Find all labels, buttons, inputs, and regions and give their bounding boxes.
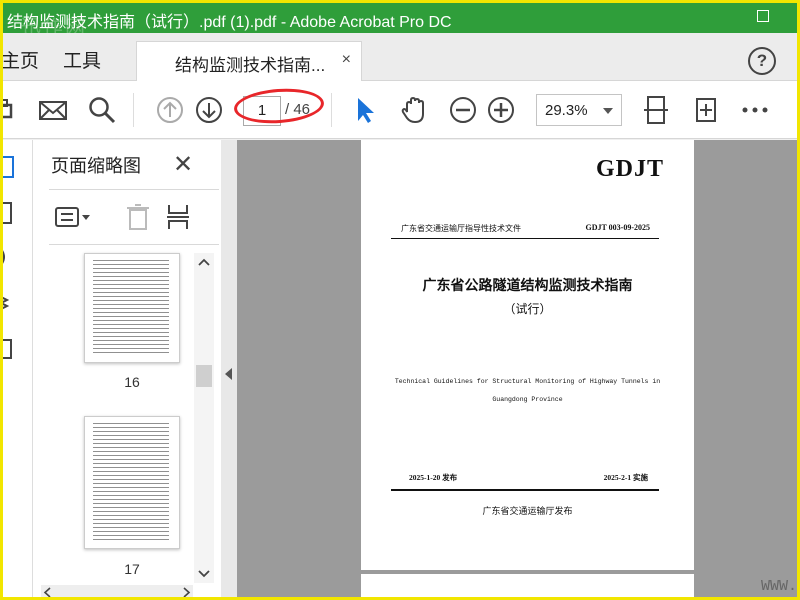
- scroll-left-icon[interactable]: [43, 587, 53, 598]
- panel-collapse-handle[interactable]: [221, 140, 237, 597]
- window-title: 结构监测技术指南（试行）.pdf (1).pdf - Adobe Acrobat…: [7, 14, 452, 31]
- document-code: GDJT 003-09-2025: [585, 223, 650, 232]
- scrollbar-thumb[interactable]: [196, 365, 212, 387]
- tab-close-icon[interactable]: ×: [342, 51, 351, 69]
- horizontal-scrollbar[interactable]: [41, 585, 193, 598]
- rotate-view-icon[interactable]: [691, 95, 721, 125]
- search-icon[interactable]: [87, 95, 117, 125]
- document-logo: GDJT: [595, 156, 664, 182]
- footer-rule: [391, 489, 659, 491]
- help-icon[interactable]: ?: [748, 47, 776, 75]
- tab-document-label: 结构监测技术指南...: [175, 56, 326, 75]
- maximize-button[interactable]: [757, 10, 769, 22]
- effective-date: 2025-2-1 实施: [603, 473, 648, 482]
- page-thumbnail[interactable]: [84, 416, 180, 549]
- header-rule: [391, 238, 659, 239]
- tab-bar: 主页 工具 结构监测技术指南... × ?: [3, 33, 797, 81]
- zoom-in-icon[interactable]: [486, 95, 516, 125]
- zoom-value: 29.3%: [545, 102, 588, 119]
- issue-date: 2025-1-20 发布: [409, 473, 458, 482]
- next-page: [361, 574, 694, 597]
- document-page: GDJT 广东省交通运输厅指导性技术文件 GDJT 003-09-2025 广东…: [361, 140, 694, 570]
- close-icon[interactable]: ✕: [173, 150, 193, 179]
- attachments-icon[interactable]: [0, 244, 17, 270]
- thumbnail-page-number: 17: [124, 561, 140, 577]
- document-title: 广东省公路隧道结构监测技术指南: [422, 278, 633, 294]
- previous-page-icon[interactable]: [155, 95, 185, 125]
- toolbar-divider: [133, 93, 134, 127]
- insert-page-icon[interactable]: [163, 202, 193, 232]
- more-options-icon[interactable]: [740, 95, 770, 125]
- app-frame: 迅作网 结构监测技术指南（试行）.pdf (1).pdf - Adobe Acr…: [0, 0, 800, 600]
- document-subtitle: （试行）: [503, 302, 552, 316]
- thumbnail-page-number: 16: [124, 374, 140, 390]
- english-title-line1: Technical Guidelines for Structural Moni…: [394, 378, 661, 385]
- zoom-dropdown[interactable]: 29.3%: [536, 94, 622, 126]
- layers-icon[interactable]: [0, 290, 17, 316]
- issuer: 广东省交通运输厅发布: [482, 507, 573, 517]
- fit-page-icon[interactable]: [641, 95, 671, 125]
- left-navigation-rail: [0, 140, 33, 597]
- next-page-icon[interactable]: [194, 95, 224, 125]
- panel-divider: [49, 189, 219, 190]
- chevron-down-icon: [603, 108, 613, 114]
- scroll-up-icon[interactable]: [198, 257, 210, 267]
- document-view[interactable]: GDJT 广东省交通运输厅指导性技术文件 GDJT 003-09-2025 广东…: [237, 140, 797, 597]
- page-thumbnail[interactable]: [84, 253, 180, 363]
- toolbar-divider: [331, 93, 332, 127]
- options-menu-icon[interactable]: [53, 202, 93, 232]
- footer-watermark: WWW.: [760, 578, 797, 595]
- comments-icon[interactable]: [0, 336, 17, 362]
- panel-title: 页面缩略图: [51, 156, 141, 176]
- tab-tools[interactable]: 工具: [63, 46, 101, 73]
- panel-divider: [49, 244, 219, 245]
- scroll-down-icon[interactable]: [198, 569, 210, 579]
- english-title-line2: Guangdong Province: [492, 396, 563, 403]
- tab-document[interactable]: 结构监测技术指南... ×: [136, 41, 362, 81]
- trash-icon[interactable]: [123, 202, 153, 232]
- collapse-arrow-icon: [225, 368, 232, 380]
- print-icon[interactable]: [0, 95, 23, 125]
- scroll-right-icon[interactable]: [181, 587, 191, 598]
- page-thumbnails-icon[interactable]: [0, 154, 17, 180]
- select-tool-icon[interactable]: [350, 95, 380, 125]
- thumbnails-scrollbar[interactable]: [194, 253, 214, 583]
- document-header-left: 广东省交通运输厅指导性技术文件: [401, 224, 521, 233]
- title-bar: 迅作网 结构监测技术指南（试行）.pdf (1).pdf - Adobe Acr…: [3, 3, 797, 39]
- email-icon[interactable]: [38, 95, 68, 125]
- toolbar: [3, 81, 797, 139]
- hand-tool-icon[interactable]: [399, 95, 429, 125]
- zoom-out-icon[interactable]: [448, 95, 478, 125]
- bookmarks-icon[interactable]: [0, 200, 17, 226]
- tab-home[interactable]: 主页: [3, 46, 39, 73]
